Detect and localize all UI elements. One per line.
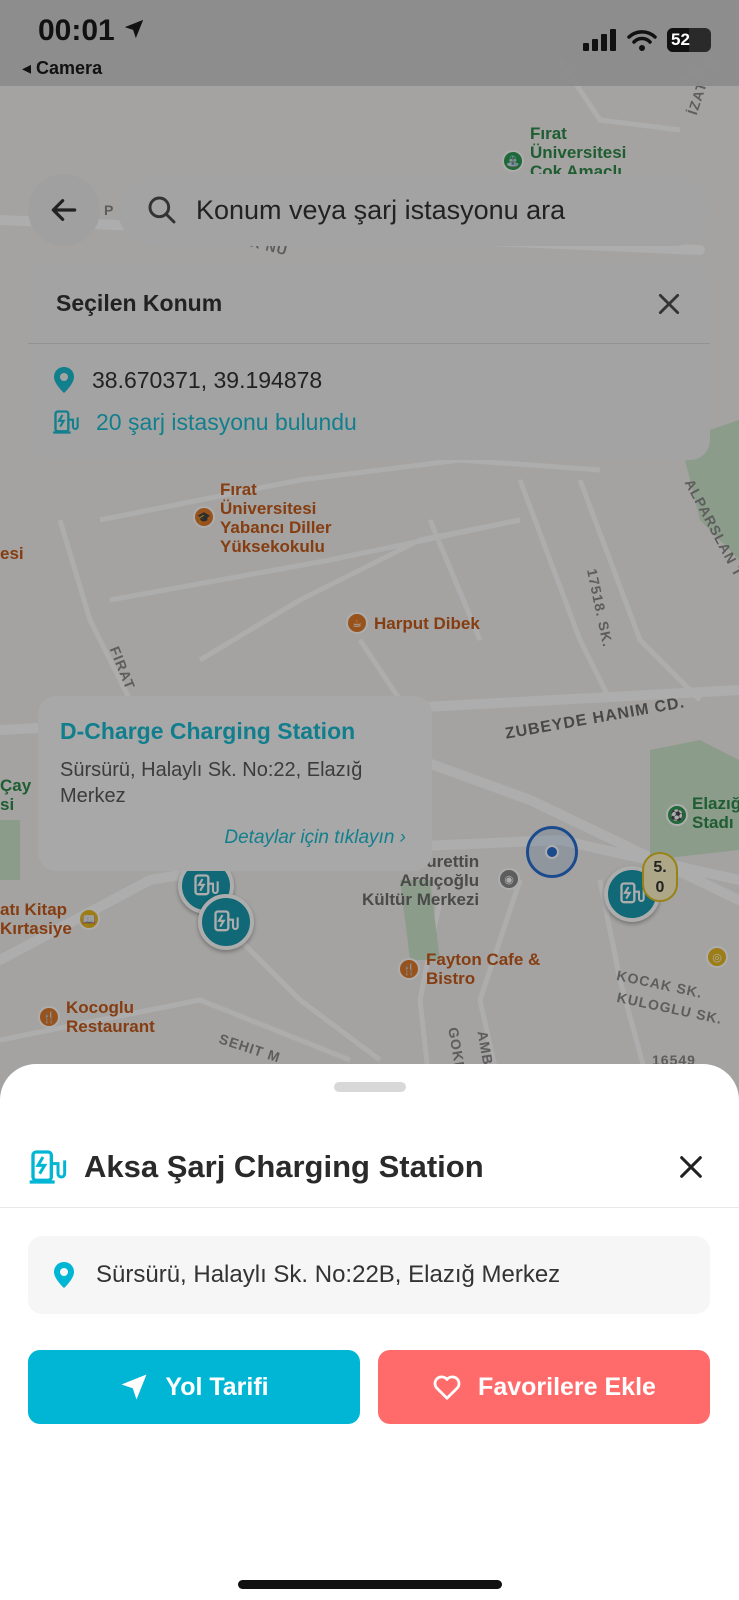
status-icons: 52 [583,28,711,52]
coordinates-text: 38.670371, 39.194878 [92,366,323,393]
station-popup[interactable]: D-Charge Charging Station Sürsürü, Halay… [38,696,432,871]
map-pin-icon [54,1262,74,1288]
home-indicator[interactable] [238,1580,502,1589]
selected-location-card: Seçilen Konum 38.670371, 39.194878 20 şa… [28,264,710,460]
sheet-title: Aksa Şarj Charging Station [84,1148,484,1184]
stations-found-text: 20 şarj istasyonu bulundu [96,408,357,435]
back-button[interactable] [28,174,100,246]
location-arrow-icon [124,19,144,39]
search-placeholder: Konum veya şarj istasyonu ara [196,194,566,225]
back-to-camera-link[interactable]: ◂ Camera [22,58,102,79]
ev-station-icon [29,1149,67,1184]
station-bottom-sheet: Aksa Şarj Charging Station Sürsürü, Hala… [0,1064,739,1600]
stations-found-row[interactable]: 20 şarj istasyonu bulundu [28,408,710,436]
map-pin-icon [54,367,74,393]
sheet-close-button[interactable] [671,1147,711,1187]
popup-title: D-Charge Charging Station [60,718,356,744]
popup-address: Sürsürü, Halaylı Sk. No:22, Elazığ Merke… [60,759,363,807]
wifi-icon [627,30,657,51]
sheet-header: Aksa Şarj Charging Station [0,1126,739,1208]
search-icon [148,196,176,224]
station-address: Sürsürü, Halaylı Sk. No:22B, Elazığ Merk… [96,1261,561,1288]
arrow-left-icon [51,199,77,221]
selected-location-title: Seçilen Konum [56,290,223,316]
search-input[interactable]: Konum veya şarj istasyonu ara [118,174,710,246]
add-favorite-button[interactable]: Favorilere Ekle [378,1350,710,1424]
status-time: 00:01 [38,14,145,48]
route-button[interactable]: Yol Tarifi [28,1350,360,1424]
map-dim-overlay[interactable] [0,0,739,1100]
station-address-box: Sürsürü, Halaylı Sk. No:22B, Elazığ Merk… [28,1236,710,1314]
close-icon [680,1155,702,1178]
heart-icon [433,1375,461,1400]
battery-indicator: 52 [667,28,711,52]
cellular-signal-icon [583,29,616,51]
coordinates-row: 38.670371, 39.194878 [28,366,710,394]
ev-station-icon [53,410,79,434]
navigation-arrow-icon [121,1374,147,1400]
popup-details-link[interactable]: Detaylar için tıklayın › [224,827,406,849]
sheet-grabber[interactable] [334,1082,406,1092]
status-bar: 00:01 ◂ Camera 52 [0,0,739,86]
close-icon[interactable] [656,291,682,317]
